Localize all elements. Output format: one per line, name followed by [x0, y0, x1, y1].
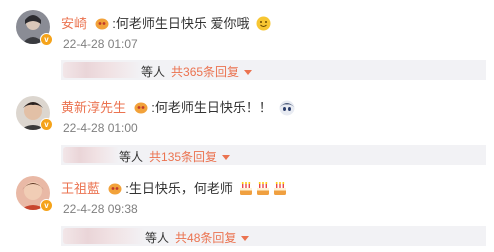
chevron-down-icon[interactable] — [222, 155, 231, 160]
reply-summary[interactable]: 等人 共135条回复 — [61, 145, 486, 165]
fan-badge-icon — [95, 18, 109, 30]
reply-count-link[interactable]: 共365条回复 — [171, 65, 239, 79]
username-link[interactable]: 安崎 — [61, 16, 87, 31]
birthday-cake-icon — [272, 180, 288, 196]
comment-item: v 安崎 :何老师生日快乐 爱你哦 22-4-28 01:07 等人 共365条回… — [0, 0, 494, 84]
chevron-down-icon[interactable] — [241, 236, 250, 241]
comment-item: v 王祖藍 :生日快乐，何老师 22-4-28 09:38 等人 共48条回复 — [0, 168, 494, 252]
timestamp: 22-4-28 01:00 — [63, 121, 138, 135]
blurred-reply-names — [63, 147, 119, 163]
fan-badge-icon — [108, 183, 122, 195]
timestamp: 22-4-28 01:07 — [63, 37, 138, 51]
timestamp: 22-4-28 09:38 — [63, 202, 138, 216]
username-link[interactable]: 王祖藍 — [61, 181, 100, 196]
birthday-cake-icon — [255, 180, 271, 196]
reply-summary[interactable]: 等人 共365条回复 — [61, 60, 486, 80]
verified-badge-icon: v — [40, 199, 53, 212]
reply-count-link[interactable]: 共135条回复 — [149, 150, 217, 164]
username-link[interactable]: 黄新淳先生 — [61, 100, 126, 115]
blurred-reply-names — [63, 62, 141, 78]
blurred-reply-names — [63, 228, 145, 244]
comment-text: :生日快乐，何老师 — [125, 181, 233, 196]
chevron-down-icon[interactable] — [244, 70, 253, 75]
reply-count-link[interactable]: 共48条回复 — [175, 231, 236, 245]
birthday-cake-icon — [238, 180, 254, 196]
reply-summary[interactable]: 等人 共48条回复 — [61, 226, 486, 246]
comment-item: v 黄新淳先生 :何老师生日快乐！！ 22-4-28 01:00 等人 共135条… — [0, 84, 494, 168]
anime-face-icon — [279, 100, 295, 116]
verified-badge-icon: v — [40, 118, 53, 131]
comment-text: :何老师生日快乐！！ — [151, 100, 272, 115]
smiley-face-icon — [256, 16, 271, 31]
verified-badge-icon: v — [40, 33, 53, 46]
comment-text: :何老师生日快乐 爱你哦 — [112, 16, 250, 31]
fan-badge-icon — [134, 102, 148, 114]
